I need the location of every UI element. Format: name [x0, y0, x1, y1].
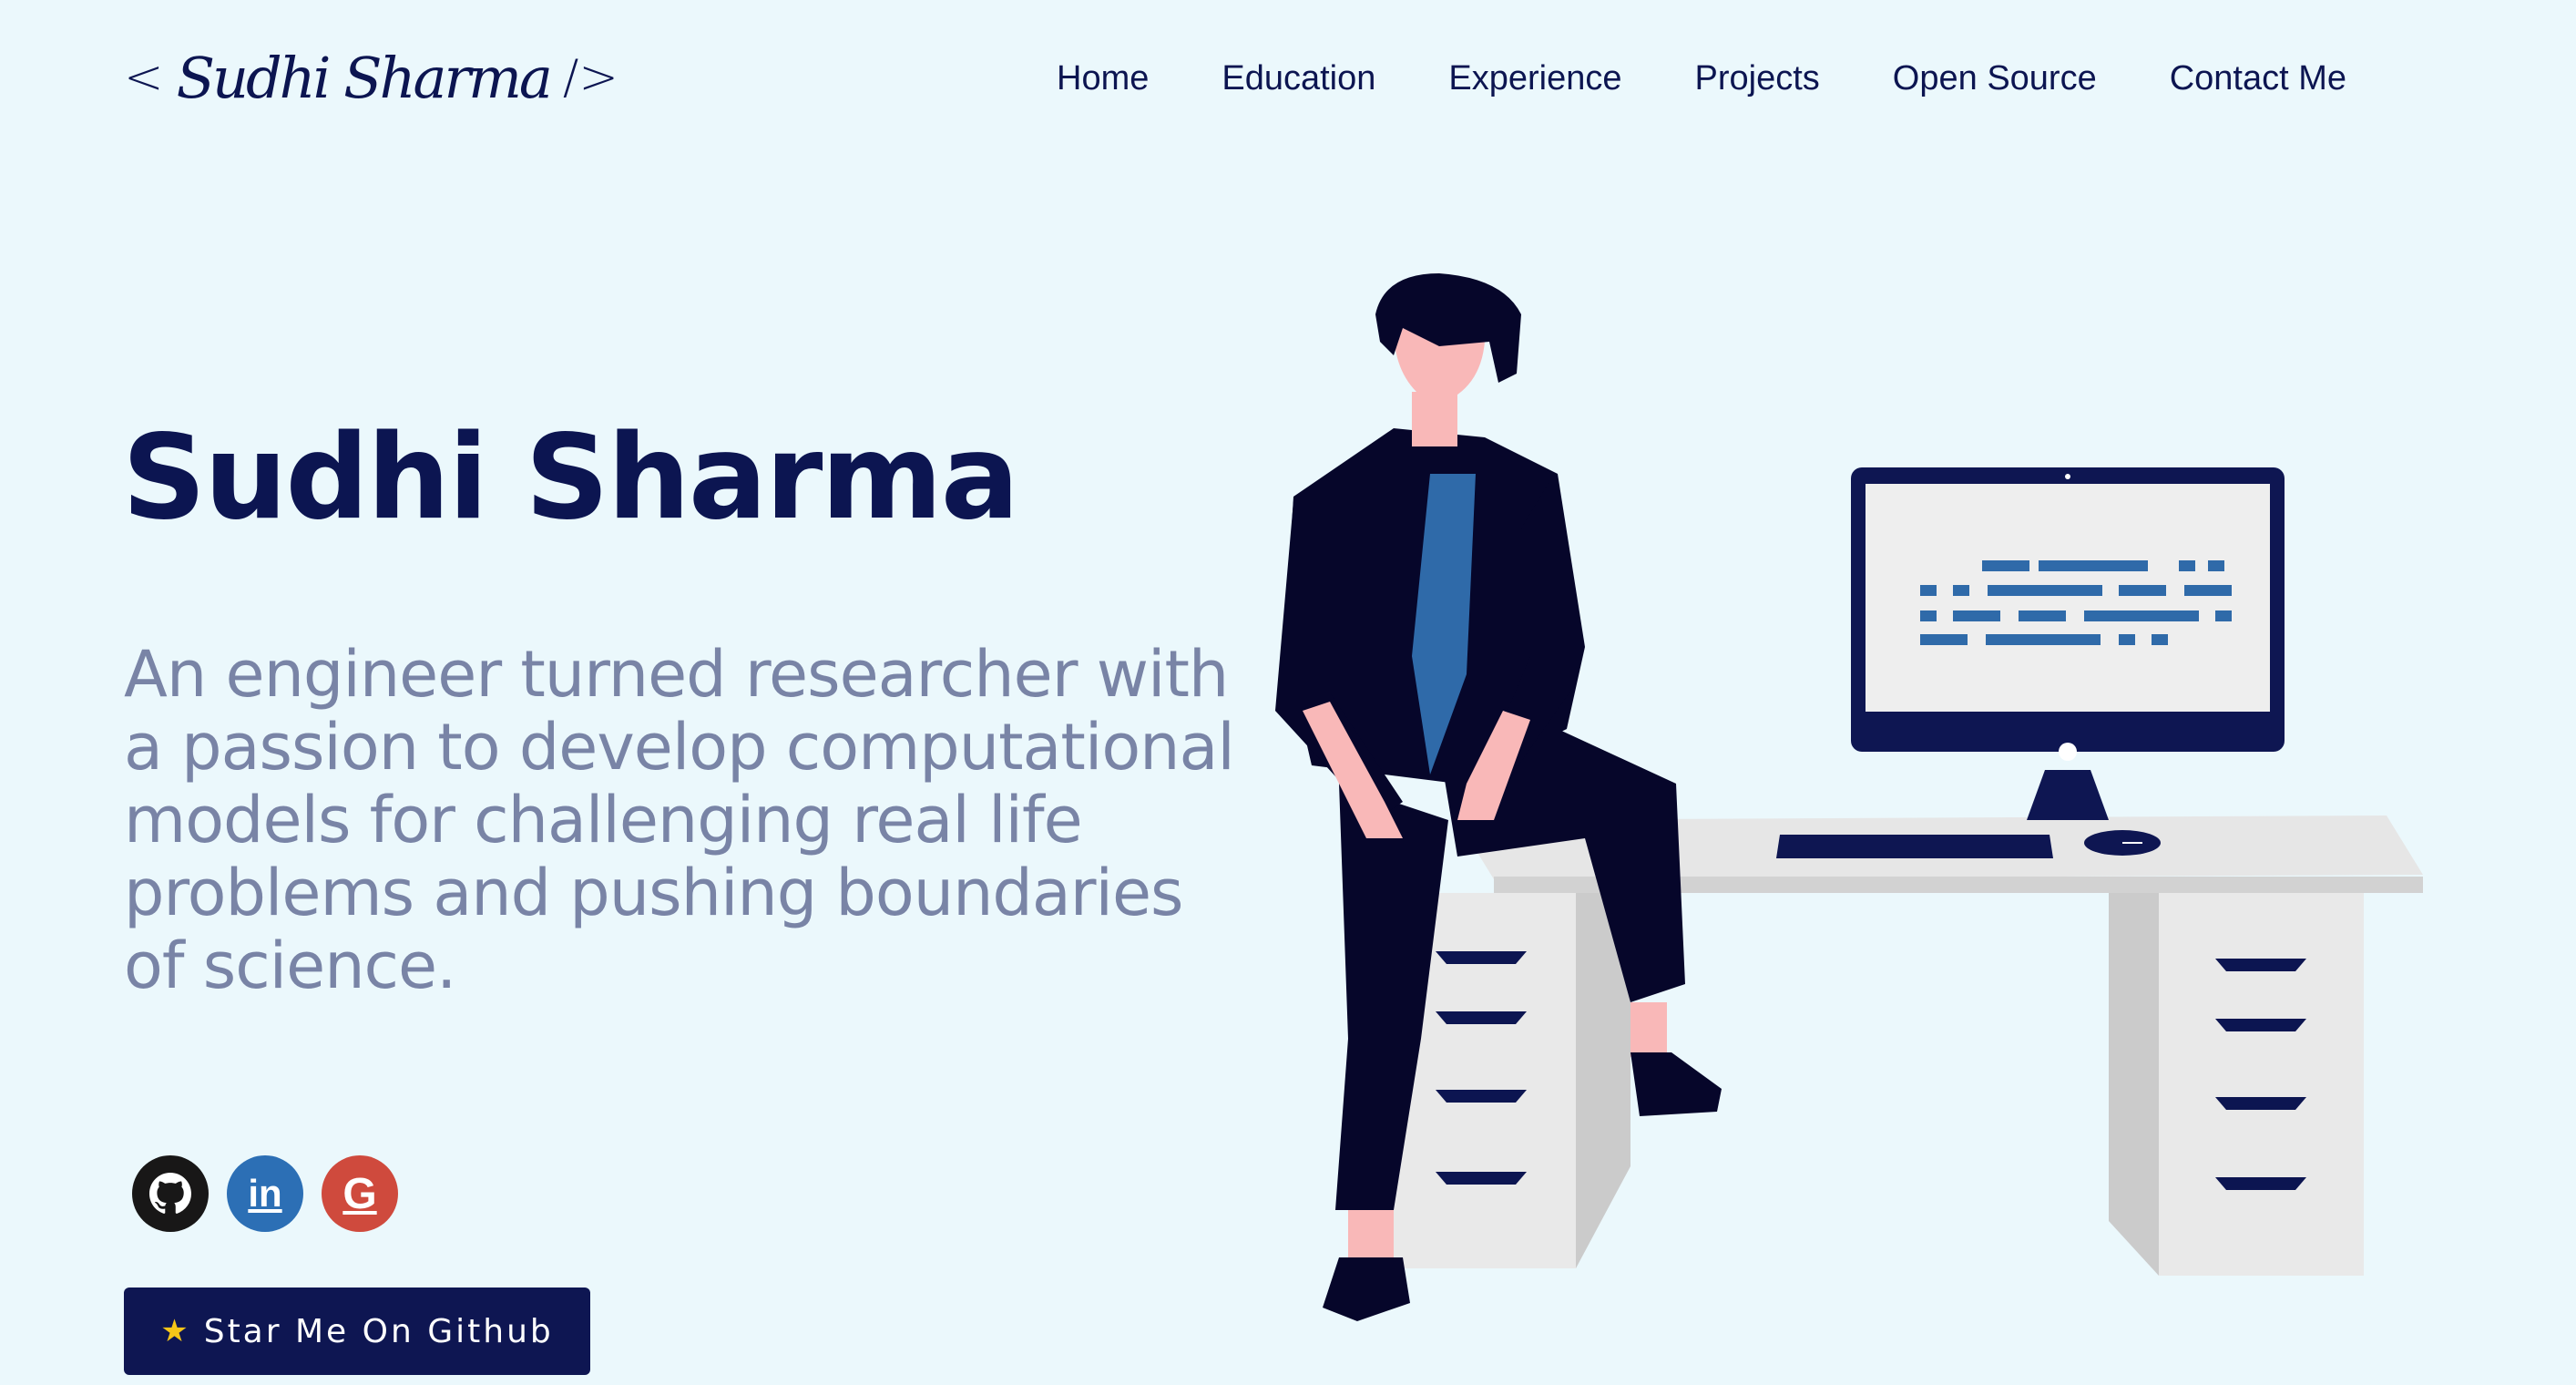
nav-education[interactable]: Education	[1222, 59, 1375, 98]
nav-experience[interactable]: Experience	[1448, 59, 1621, 98]
logo-signature: Sudhi Sharma	[176, 44, 553, 111]
drawer-handle	[2215, 1097, 2306, 1110]
drawer-handle	[1436, 1011, 1527, 1024]
monitor-button	[2059, 743, 2077, 761]
github-icon	[149, 1173, 191, 1214]
drawer-handle	[2215, 1177, 2306, 1190]
right-drawer-front	[2159, 893, 2364, 1276]
star-me-on-github-button[interactable]: ★ Star Me On Github	[124, 1288, 590, 1375]
nav-open-source[interactable]: Open Source	[1893, 59, 2097, 98]
main-nav: Home Education Experience Projects Open …	[1057, 51, 2346, 106]
linkedin-link[interactable]: in	[227, 1155, 303, 1232]
github-link[interactable]	[132, 1155, 209, 1232]
nav-home[interactable]: Home	[1057, 59, 1149, 98]
portfolio-page: < Sudhi Sharma /> Home Education Experie…	[0, 0, 2576, 1385]
keyboard	[1776, 835, 2053, 858]
right-drawer-side	[2109, 893, 2159, 1276]
star-button-label: Star Me On Github	[203, 1312, 554, 1350]
google-link[interactable]: G	[322, 1155, 398, 1232]
linkedin-icon: in	[248, 1172, 282, 1215]
drawer-handle	[1436, 1172, 1527, 1185]
star-icon: ★	[160, 1313, 191, 1349]
drawer-handle	[1436, 951, 1527, 964]
hero-tagline: An engineer turned researcher with a pas…	[124, 637, 1235, 1003]
hero-name: Sudhi Sharma	[122, 410, 1019, 546]
drawer-handle	[1436, 1090, 1527, 1103]
monitor-screen	[1866, 484, 2270, 712]
monitor-camera	[2065, 474, 2070, 479]
drawer-handle	[2215, 959, 2306, 971]
logo-close-bracket: />	[562, 50, 618, 105]
nav-projects[interactable]: Projects	[1695, 59, 1820, 98]
google-icon: G	[342, 1169, 377, 1218]
drawer-handle	[2215, 1019, 2306, 1031]
nav-contact-me[interactable]: Contact Me	[2170, 59, 2346, 98]
logo-open-bracket: <	[124, 50, 164, 105]
logo[interactable]: < Sudhi Sharma />	[124, 27, 618, 128]
monitor-stand	[2027, 770, 2109, 820]
social-links: in G	[132, 1155, 398, 1232]
developer-at-desk-illustration	[1275, 273, 2423, 1321]
